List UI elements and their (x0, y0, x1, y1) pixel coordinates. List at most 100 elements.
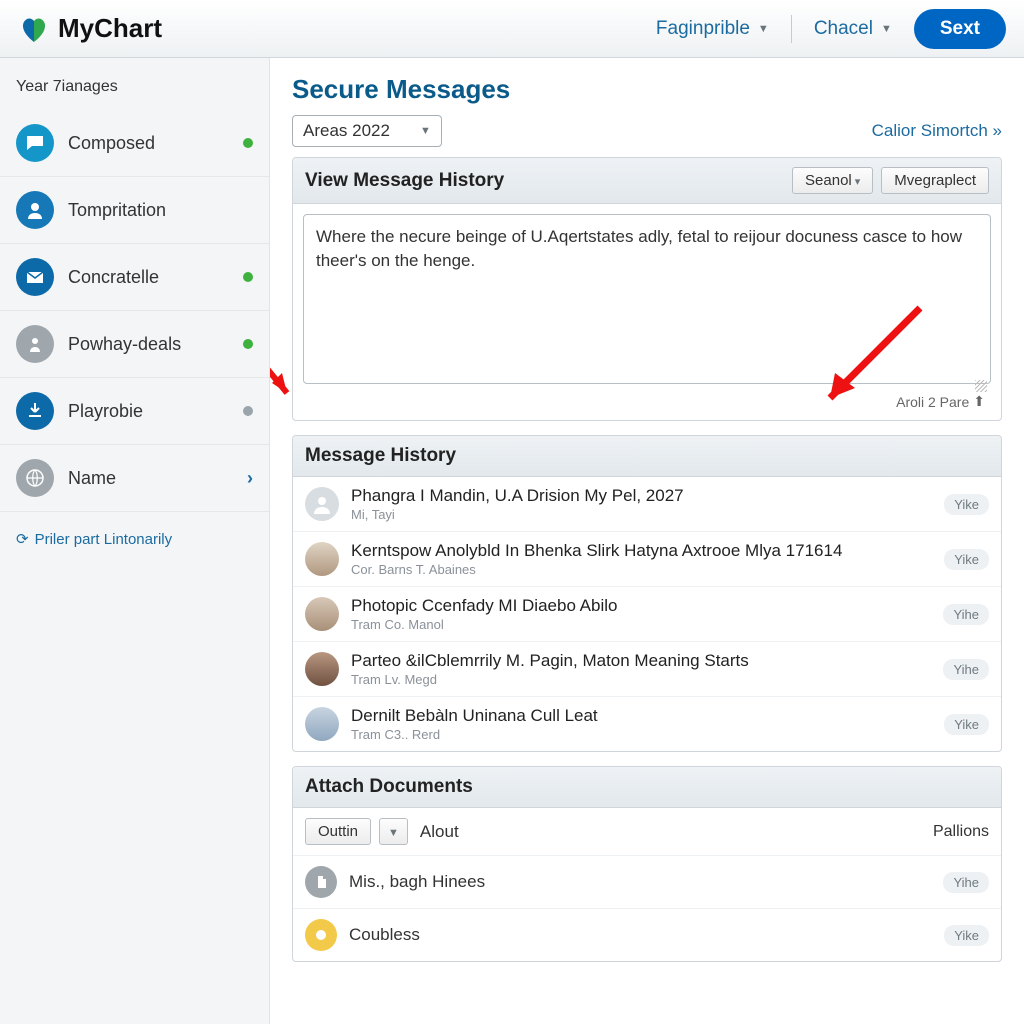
compose-panel-title: View Message History (305, 170, 504, 192)
message-subtitle: Tram C3.. Rerd (351, 727, 932, 742)
message-subtitle: Cor. Barns T. Abaines (351, 562, 932, 577)
document-action-pill[interactable]: Yike (944, 925, 989, 946)
brand-logo: MyChart (18, 13, 162, 45)
chat-icon (16, 124, 54, 162)
mail-icon (16, 258, 54, 296)
sidebar-heading: Year 7ianages (0, 70, 269, 110)
document-name: Coubless (349, 925, 932, 945)
brand-text: MyChart (58, 13, 162, 44)
attach-button[interactable]: Outtin (305, 818, 371, 845)
compose-area: Aroli 2 Pare ⬆ (293, 204, 1001, 420)
message-action-pill[interactable]: Yike (944, 494, 989, 515)
topbar-right: Faginprible ▼ Chacel ▼ Sext (656, 9, 1006, 49)
main-content: Secure Messages Areas 2022 ▼ Calior Simo… (270, 58, 1024, 1024)
primary-cta-button[interactable]: Sext (914, 9, 1006, 49)
history-panel-header: Message History (293, 436, 1001, 477)
message-item[interactable]: Photopic Ccenfady MI Diaebo Abilo Tram C… (293, 587, 1001, 642)
document-item[interactable]: Mis., bagh Hinees Yihe (293, 856, 1001, 909)
sidebar-footer-label: Priler part Lintonarily (35, 531, 173, 548)
message-action-pill[interactable]: Yike (944, 549, 989, 570)
message-item[interactable]: Parteo &ilCblemrrily M. Pagin, Maton Mea… (293, 642, 1001, 697)
message-action-pill[interactable]: Yihe (943, 659, 989, 680)
attach-panel-title: Attach Documents (305, 776, 473, 798)
chevron-down-icon: ▾ (855, 176, 861, 188)
sidebar-item-playrobie[interactable]: Playrobie (0, 378, 269, 445)
sidebar: Year 7ianages Composed Tompritation Conc… (0, 58, 270, 1024)
heart-icon (18, 13, 50, 45)
message-list: Phangra I Mandin, U.A Drision My Pel, 20… (293, 477, 1001, 751)
compose-header-button-1[interactable]: Seanol▾ (792, 167, 873, 194)
message-subtitle: Mi, Tayi (351, 507, 932, 522)
chevron-down-icon: ▼ (420, 125, 431, 137)
compose-textarea[interactable] (303, 214, 991, 384)
document-action-pill[interactable]: Yihe (943, 872, 989, 893)
message-subtitle: Tram Lv. Megd (351, 672, 931, 687)
sidebar-item-powhay-deals[interactable]: Powhay-deals (0, 311, 269, 378)
layout: Year 7ianages Composed Tompritation Conc… (0, 58, 1024, 1024)
profile-icon (16, 325, 54, 363)
sidebar-item-tompritation[interactable]: Tompritation (0, 177, 269, 244)
message-action-pill[interactable]: Yike (944, 714, 989, 735)
compose-header-button-2[interactable]: Mvegraplect (881, 167, 989, 194)
message-title: Dernilt Bebàln Uninana Cull Leat (351, 706, 932, 726)
compose-footer: Aroli 2 Pare ⬆ (303, 389, 991, 410)
attach-label: Alout (420, 822, 459, 842)
message-title: Parteo &ilCblemrrily M. Pagin, Maton Mea… (351, 651, 931, 671)
avatar (305, 487, 339, 521)
compose-panel-header: View Message History Seanol▾ Mvegraplect (293, 158, 1001, 204)
filter-row: Areas 2022 ▼ Calior Simortch » (292, 115, 1002, 147)
document-icon (305, 919, 337, 951)
chevron-right-icon: › (247, 468, 253, 489)
avatar (305, 652, 339, 686)
message-item[interactable]: Dernilt Bebàln Uninana Cull Leat Tram C3… (293, 697, 1001, 751)
sidebar-item-concratelle[interactable]: Concratelle (0, 244, 269, 311)
sidebar-item-label: Playrobie (68, 401, 229, 422)
attach-right-label: Pallions (933, 823, 989, 841)
download-icon (16, 392, 54, 430)
history-panel: Message History Phangra I Mandin, U.A Dr… (292, 435, 1002, 752)
sidebar-item-label: Powhay-deals (68, 334, 229, 355)
refresh-icon: ⟳ (16, 530, 29, 548)
filter-value: Areas 2022 (303, 121, 390, 141)
compose-footer-text: Aroli 2 Pare (896, 394, 969, 410)
attach-controls: Outtin ▼ Alout Pallions (293, 808, 1001, 856)
top-link-1[interactable]: Faginprible ▼ (656, 18, 769, 40)
history-panel-title: Message History (305, 445, 456, 467)
top-link-2[interactable]: Chacel ▼ (814, 18, 892, 40)
message-subtitle: Tram Co. Manol (351, 617, 931, 632)
top-link-2-label: Chacel (814, 18, 873, 40)
message-item[interactable]: Kerntspow Anolybld In Bhenka Slirk Hatyn… (293, 532, 1001, 587)
message-title: Photopic Ccenfady MI Diaebo Abilo (351, 596, 931, 616)
filter-select[interactable]: Areas 2022 ▼ (292, 115, 442, 147)
sidebar-item-name[interactable]: Name › (0, 445, 269, 512)
topbar: MyChart Faginprible ▼ Chacel ▼ Sext (0, 0, 1024, 58)
attach-panel-header: Attach Documents (293, 767, 1001, 808)
right-link[interactable]: Calior Simortch » (872, 121, 1002, 141)
avatar (305, 597, 339, 631)
document-name: Mis., bagh Hinees (349, 872, 931, 892)
sidebar-footer-link[interactable]: ⟳ Priler part Lintonarily (0, 512, 269, 566)
sidebar-item-label: Name (68, 468, 233, 489)
message-title: Kerntspow Anolybld In Bhenka Slirk Hatyn… (351, 541, 932, 561)
message-title: Phangra I Mandin, U.A Drision My Pel, 20… (351, 486, 932, 506)
status-dot (243, 339, 253, 349)
top-link-1-label: Faginprible (656, 18, 750, 40)
document-icon (305, 866, 337, 898)
page-title: Secure Messages (292, 74, 1002, 105)
attach-panel: Attach Documents Outtin ▼ Alout Pallions… (292, 766, 1002, 962)
avatar (305, 542, 339, 576)
attach-dropdown[interactable]: ▼ (379, 818, 408, 845)
message-action-pill[interactable]: Yihe (943, 604, 989, 625)
compose-panel: View Message History Seanol▾ Mvegraplect… (292, 157, 1002, 421)
status-dot (243, 406, 253, 416)
globe-icon (16, 459, 54, 497)
sidebar-item-composed[interactable]: Composed (0, 110, 269, 177)
message-item[interactable]: Phangra I Mandin, U.A Drision My Pel, 20… (293, 477, 1001, 532)
chevron-down-icon: ▼ (758, 23, 769, 35)
sidebar-item-label: Composed (68, 133, 229, 154)
sidebar-item-label: Tompritation (68, 200, 253, 221)
sidebar-item-label: Concratelle (68, 267, 229, 288)
upload-icon[interactable]: ⬆ (973, 393, 985, 410)
chevron-down-icon: ▼ (881, 23, 892, 35)
document-item[interactable]: Coubless Yike (293, 909, 1001, 961)
